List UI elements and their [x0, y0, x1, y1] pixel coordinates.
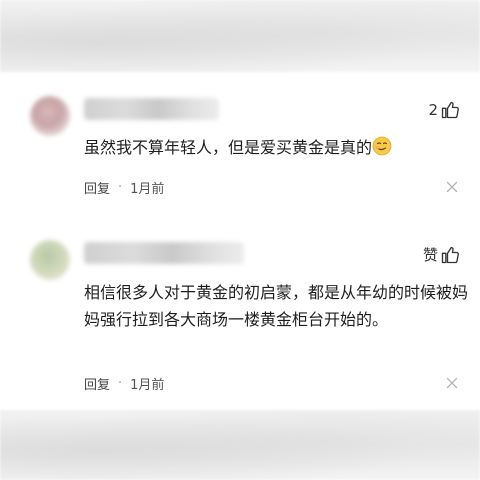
blurred-previous-comment: [0, 0, 480, 72]
blurred-next-comment: [0, 410, 480, 480]
reply-button[interactable]: 回复: [84, 178, 110, 197]
comment-text-body: 虽然我不算年轻人，但是爱买黄金是真的: [84, 138, 373, 157]
separator: ·: [118, 180, 123, 195]
comment-meta: 回复 · 1月前: [84, 178, 164, 197]
separator: ·: [118, 376, 123, 391]
like-button[interactable]: 赞: [423, 244, 460, 265]
avatar[interactable]: [30, 240, 70, 280]
like-count: 2: [428, 101, 438, 119]
thumbs-up-icon: [441, 246, 459, 263]
username-blurred[interactable]: [84, 98, 219, 120]
timestamp: 1月前: [130, 182, 165, 197]
username-blurred[interactable]: [84, 242, 244, 264]
like-button[interactable]: 2: [428, 100, 460, 120]
avatar[interactable]: [30, 96, 70, 136]
comment-text: 相信很多人对于黄金的初启蒙，都是从年幼的时候被妈妈强行拉到各大商场一楼黄金柜台开…: [84, 283, 469, 329]
like-label: 赞: [422, 246, 438, 264]
comment-text: 虽然我不算年轻人，但是爱买黄金是真的: [84, 134, 468, 161]
smirk-emoji-icon: [372, 136, 392, 156]
close-icon[interactable]: [446, 181, 458, 193]
comment-meta: 回复 · 1月前: [84, 374, 164, 393]
timestamp: 1月前: [130, 378, 165, 393]
thumbs-up-icon: [441, 101, 459, 119]
close-icon[interactable]: [446, 377, 458, 389]
reply-button[interactable]: 回复: [84, 374, 110, 393]
